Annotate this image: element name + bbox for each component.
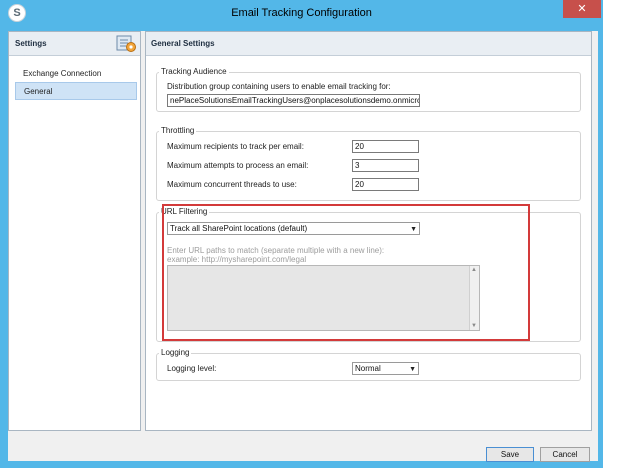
general-settings-panel: General Settings Tracking Audience Distr… xyxy=(145,31,592,431)
main-header: General Settings xyxy=(146,32,591,56)
throttling-group: Throttling Maximum recipients to track p… xyxy=(156,126,581,201)
url-paths-hint: Enter URL paths to match (separate multi… xyxy=(167,246,385,255)
distribution-group-label: Distribution group containing users to e… xyxy=(167,82,391,91)
max-attempts-input[interactable]: 3 xyxy=(352,159,419,172)
scroll-up-icon[interactable]: ▲ xyxy=(471,267,477,273)
throttling-title: Throttling xyxy=(159,126,197,135)
url-filter-mode-select[interactable]: Track all SharePoint locations (default)… xyxy=(167,222,420,235)
settings-nav-panel: Settings Exchange Connection General xyxy=(8,31,141,431)
url-filtering-title: URL Filtering xyxy=(159,207,210,216)
chevron-down-icon: ▼ xyxy=(410,226,417,233)
sidebar-item-exchange-connection[interactable]: Exchange Connection xyxy=(15,65,137,83)
logging-group: Logging Logging level: Normal ▼ xyxy=(156,348,581,381)
sidebar-item-general[interactable]: General xyxy=(15,82,137,100)
chevron-down-icon: ▼ xyxy=(409,366,416,373)
url-filtering-group: URL Filtering Track all SharePoint locat… xyxy=(156,207,581,342)
max-threads-label: Maximum concurrent threads to use: xyxy=(167,180,297,189)
max-recipients-input[interactable]: 20 xyxy=(352,140,419,153)
url-paths-example: example: http://mysharepoint.com/legal xyxy=(167,255,307,264)
distribution-group-input[interactable]: nePlaceSolutionsEmailTrackingUsers@onpla… xyxy=(167,94,420,107)
max-threads-input[interactable]: 20 xyxy=(352,178,419,191)
cancel-button[interactable]: Cancel xyxy=(540,447,590,462)
close-button[interactable]: ✕ xyxy=(563,0,601,18)
settings-gear-icon xyxy=(116,35,136,52)
max-attempts-label: Maximum attempts to process an email: xyxy=(167,161,309,170)
logging-level-select[interactable]: Normal ▼ xyxy=(352,362,419,375)
logging-level-label: Logging level: xyxy=(167,364,217,373)
window-title: Email Tracking Configuration xyxy=(231,7,372,19)
nav-header: Settings xyxy=(9,32,140,56)
page-title: General Settings xyxy=(151,39,215,48)
nav-header-label: Settings xyxy=(15,39,47,48)
dialog-client-area: Settings Exchange Connection General Gen… xyxy=(8,31,598,462)
logging-title: Logging xyxy=(159,348,192,357)
tracking-audience-group: Tracking Audience Distribution group con… xyxy=(156,67,581,112)
email-tracking-window: S Email Tracking Configuration ✕ Setting… xyxy=(0,0,603,468)
title-bar[interactable]: S Email Tracking Configuration ✕ xyxy=(0,0,603,26)
logging-level-value: Normal xyxy=(355,364,381,373)
url-paths-textarea[interactable]: ▲ ▼ xyxy=(167,265,480,331)
url-filter-mode-value: Track all SharePoint locations (default) xyxy=(170,224,308,233)
scroll-down-icon[interactable]: ▼ xyxy=(471,323,477,329)
max-recipients-label: Maximum recipients to track per email: xyxy=(167,142,304,151)
tracking-audience-title: Tracking Audience xyxy=(159,67,229,76)
save-button[interactable]: Save xyxy=(486,447,534,462)
url-paths-scrollbar[interactable]: ▲ ▼ xyxy=(469,266,479,330)
